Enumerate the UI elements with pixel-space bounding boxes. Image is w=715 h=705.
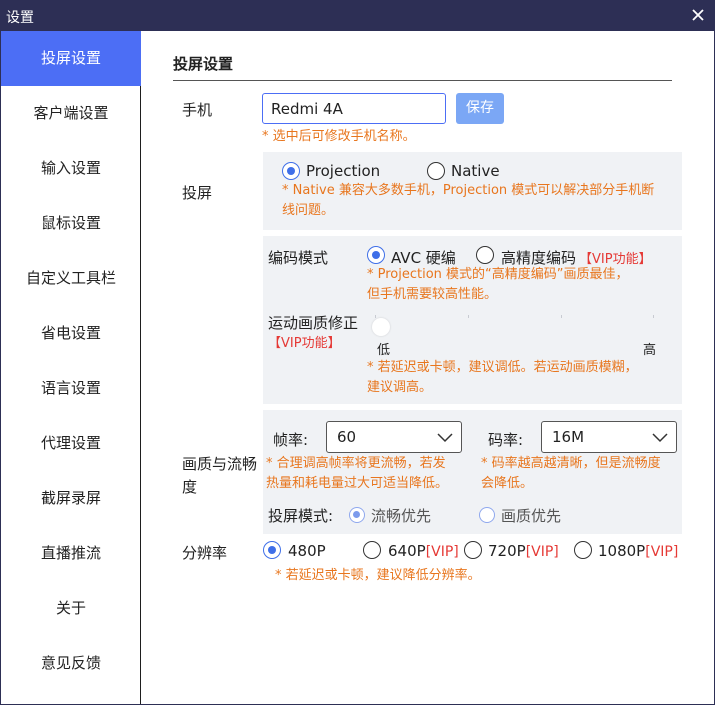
smooth-first-label[interactable]: 流畅优先	[371, 505, 431, 526]
res-640p-vip: [VIP]	[425, 544, 459, 560]
res-640p-label[interactable]: 640P[VIP]	[388, 542, 459, 560]
bitrate-hint-line1: * 码率越高越清晰，但是流畅度	[481, 456, 661, 471]
radio-native[interactable]	[427, 162, 445, 180]
sidebar-item-mouse-settings[interactable]: 鼠标设置	[1, 196, 141, 251]
resolution-label: 分辨率	[182, 544, 228, 562]
bitrate-label: 码率:	[488, 431, 524, 449]
native-label[interactable]: Native	[451, 162, 500, 180]
radio-quality-first[interactable]	[479, 507, 495, 523]
res-720p-label[interactable]: 720P[VIP]	[488, 542, 559, 560]
cast-label: 投屏	[182, 184, 213, 202]
cast-hint-line2: 线问题。	[282, 203, 335, 218]
res-720p-vip: [VIP]	[525, 544, 559, 560]
sidebar-item-about[interactable]: 关于	[1, 581, 141, 636]
resolution-hint: * 若延迟或卡顿，建议降低分辨率。	[275, 568, 481, 583]
section-title: 投屏设置	[173, 55, 234, 73]
title-bar: 设置	[0, 0, 715, 31]
main-content: 投屏设置 手机 保存 * 选中后可修改手机名称。 投屏 Projection N…	[142, 31, 714, 704]
fps-value: 60	[337, 428, 357, 446]
res-1080p-text: 1080P	[598, 542, 646, 560]
sidebar-item-client-settings[interactable]: 客户端设置	[1, 86, 141, 141]
encoding-label: 编码模式	[268, 249, 329, 267]
motion-slider-track[interactable]	[375, 318, 655, 319]
fps-hint-line1: * 合理调高帧率将更流畅，若发	[266, 456, 446, 471]
encoding-hint-line1: * Projection 模式的“高精度编码”画质最佳，	[367, 267, 629, 282]
phone-name-input[interactable]	[262, 93, 446, 124]
window-title: 设置	[6, 10, 34, 26]
sidebar-item-cast-settings[interactable]: 投屏设置	[1, 31, 141, 86]
motion-slider-handle[interactable]	[372, 318, 390, 336]
sidebar-item-live-streaming[interactable]: 直播推流	[1, 526, 141, 581]
radio-1080p[interactable]	[574, 541, 592, 559]
save-button[interactable]: 保存	[456, 93, 504, 124]
encoding-hint-line2: 但手机需要较高性能。	[367, 287, 498, 302]
slider-high-label: 高	[643, 343, 657, 358]
bitrate-select[interactable]: 16M	[541, 421, 677, 453]
chevron-down-icon	[652, 431, 668, 447]
slider-low-label: 低	[377, 343, 391, 358]
phone-hint: * 选中后可修改手机名称。	[262, 129, 416, 144]
quality-first-label[interactable]: 画质优先	[501, 505, 561, 526]
chevron-down-icon	[437, 431, 453, 447]
res-720p-text: 720P	[488, 542, 526, 560]
fps-hint-line2: 热量和耗电量过大可适当降低。	[266, 476, 449, 491]
sidebar-item-input-settings[interactable]: 输入设置	[1, 141, 141, 196]
motion-label: 运动画质修正	[268, 314, 359, 332]
res-1080p-label[interactable]: 1080P[VIP]	[598, 542, 678, 560]
slider-tick	[375, 315, 376, 318]
res-1080p-vip: [VIP]	[645, 544, 679, 560]
cast-hint-line1: * Native 兼容大多数手机，Projection 模式可以解决部分手机断	[282, 183, 655, 198]
close-icon[interactable]	[692, 5, 706, 25]
sidebar-item-proxy[interactable]: 代理设置	[1, 416, 141, 471]
motion-hint-line1: * 若延迟或卡顿，建议调低。若运动画质模糊，	[367, 360, 638, 375]
fps-select[interactable]: 60	[326, 421, 462, 453]
radio-high-precision[interactable]	[476, 246, 494, 264]
projection-label[interactable]: Projection	[306, 162, 380, 180]
phone-label: 手机	[182, 101, 213, 119]
res-640p-text: 640P	[388, 542, 426, 560]
radio-720p[interactable]	[464, 541, 482, 559]
sidebar-item-feedback[interactable]: 意见反馈	[1, 636, 141, 691]
title-divider	[173, 80, 672, 81]
radio-480p[interactable]	[263, 541, 281, 559]
res-480p-label[interactable]: 480P	[288, 542, 326, 560]
radio-avc-hardware[interactable]	[367, 246, 385, 264]
sidebar: 投屏设置 客户端设置 输入设置 鼠标设置 自定义工具栏 省电设置 语言设置 代理…	[1, 31, 141, 704]
slider-tick	[653, 315, 654, 318]
quality-label-line1: 画质与流畅	[182, 455, 258, 473]
cast-mode-label: 投屏模式:	[268, 507, 334, 525]
quality-label-line2: 度	[182, 478, 198, 496]
radio-smooth-first[interactable]	[349, 507, 365, 523]
radio-640p[interactable]	[363, 541, 381, 559]
bitrate-hint-line2: 会降低。	[481, 476, 534, 491]
bitrate-value: 16M	[552, 428, 585, 446]
motion-hint-line2: 建议调高。	[367, 380, 433, 395]
slider-tick	[561, 315, 562, 318]
fps-label: 帧率:	[273, 431, 309, 449]
sidebar-item-power-saving[interactable]: 省电设置	[1, 306, 141, 361]
radio-projection[interactable]	[282, 162, 300, 180]
sidebar-item-screenshot-recording[interactable]: 截屏录屏	[1, 471, 141, 526]
sidebar-item-language[interactable]: 语言设置	[1, 361, 141, 416]
motion-vip-badge: 【VIP功能】	[268, 336, 341, 351]
slider-tick	[468, 315, 469, 318]
sidebar-item-custom-toolbar[interactable]: 自定义工具栏	[1, 251, 141, 306]
